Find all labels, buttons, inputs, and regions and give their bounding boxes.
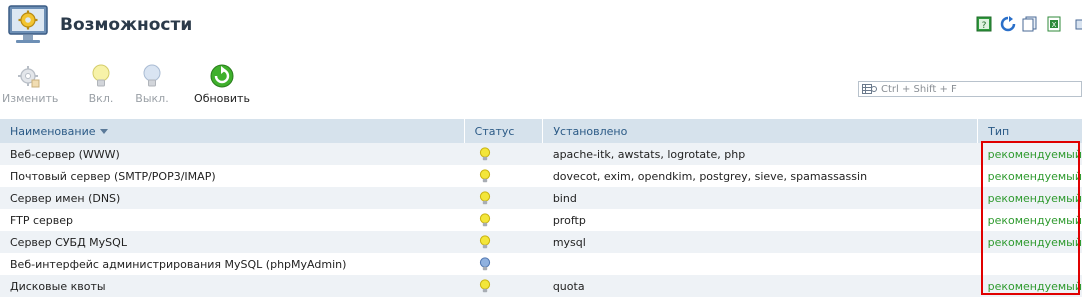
column-header-status[interactable]: Статус — [464, 119, 544, 143]
gear-edit-icon — [18, 66, 40, 88]
cell-name: Почтовый сервер (SMTP/POP3/IMAP) — [0, 165, 465, 187]
cell-status[interactable] — [464, 253, 543, 275]
column-header-installed[interactable]: Установлено — [542, 119, 979, 143]
settings-icon[interactable] — [1074, 16, 1082, 32]
column-header-type[interactable]: Тип — [977, 119, 1082, 143]
column-header-installed-label: Установлено — [553, 124, 628, 138]
table-row[interactable]: Веб-интерфейс администрирования MySQL (p… — [0, 253, 1082, 275]
excel-export-icon[interactable]: X — [1046, 16, 1062, 32]
cell-status[interactable] — [464, 275, 543, 297]
column-header-status-label: Статус — [474, 124, 515, 138]
edit-button[interactable]: Изменить — [2, 62, 59, 105]
table-row[interactable]: Сервер СУБД MySQL mysql рекомендуемый — [0, 231, 1082, 253]
cell-installed: proftp — [542, 209, 978, 231]
cell-status[interactable] — [464, 187, 543, 209]
lightbulb-on-icon — [480, 213, 491, 227]
cell-installed: apache-itk, awstats, logrotate, php — [542, 143, 978, 165]
cell-installed: bind — [542, 187, 978, 209]
column-header-type-label: Тип — [988, 124, 1010, 138]
enable-button[interactable]: Вкл. — [84, 62, 118, 105]
lightbulb-on-icon — [480, 235, 491, 249]
refresh-button[interactable]: Обновить — [194, 62, 250, 105]
table-row[interactable]: FTP сервер proftp рекомендуемый — [0, 209, 1082, 231]
table-row[interactable]: Почтовый сервер (SMTP/POP3/IMAP) dovecot,… — [0, 165, 1082, 187]
features-table: Наименование Статус Установлено Тип Веб-… — [0, 119, 1082, 297]
cell-name: Веб-сервер (WWW) — [0, 143, 465, 165]
lightbulb-on-icon — [92, 64, 110, 87]
type-column-highlight — [981, 141, 1080, 295]
cell-installed: mysql — [542, 231, 978, 253]
column-header-name[interactable]: Наименование — [0, 119, 465, 143]
cell-installed: quota — [542, 275, 978, 297]
green-refresh-icon — [210, 64, 234, 88]
cell-status[interactable] — [464, 231, 543, 253]
enable-button-label: Вкл. — [88, 92, 114, 105]
cell-status[interactable] — [464, 165, 543, 187]
cell-name: Сервер СУБД MySQL — [0, 231, 465, 253]
lightbulb-on-icon — [480, 147, 491, 161]
table-row[interactable]: Сервер имен (DNS) bind рекомендуемый — [0, 187, 1082, 209]
cell-installed: dovecot, exim, opendkim, postgrey, sieve… — [542, 165, 978, 187]
cell-name: Веб-интерфейс администрирования MySQL (p… — [0, 253, 465, 275]
cell-name: Дисковые квоты — [0, 275, 465, 297]
table-row[interactable]: Дисковые квоты quota рекомендуемый — [0, 275, 1082, 297]
lightbulb-on-icon — [480, 191, 491, 205]
lightbulb-off-icon — [143, 64, 161, 87]
refresh-icon[interactable] — [1000, 16, 1016, 32]
copy-icon[interactable] — [1022, 16, 1038, 32]
search-box — [858, 81, 1082, 97]
search-grid-icon — [862, 84, 877, 94]
page-title: Возможности — [60, 15, 193, 35]
disable-button[interactable]: Выкл. — [132, 62, 172, 105]
disable-button-label: Выкл. — [135, 92, 169, 105]
svg-text:?: ? — [982, 21, 987, 31]
cell-status[interactable] — [464, 209, 543, 231]
table-row[interactable]: Веб-сервер (WWW) apache-itk, awstats, log… — [0, 143, 1082, 165]
cell-name: Сервер имен (DNS) — [0, 187, 465, 209]
toolbar: Изменить Вкл. Выкл. Обновить — [0, 62, 820, 108]
column-header-name-label: Наименование — [10, 124, 96, 138]
svg-text:X: X — [1052, 21, 1057, 29]
edit-button-label: Изменить — [2, 92, 59, 105]
sort-desc-icon — [100, 129, 109, 134]
cell-installed — [542, 253, 978, 275]
monitor-settings-icon — [8, 5, 48, 43]
table-header-row: Наименование Статус Установлено Тип — [0, 119, 1082, 143]
help-icon[interactable]: ? — [976, 16, 992, 32]
cell-status[interactable] — [464, 143, 543, 165]
lightbulb-on-icon — [480, 169, 491, 183]
lightbulb-off-icon — [480, 257, 491, 271]
cell-name: FTP сервер — [0, 209, 465, 231]
search-input[interactable] — [881, 82, 1079, 96]
lightbulb-on-icon — [480, 279, 491, 293]
refresh-button-label: Обновить — [194, 92, 250, 105]
page-header: Возможности ? X — [0, 0, 1082, 54]
